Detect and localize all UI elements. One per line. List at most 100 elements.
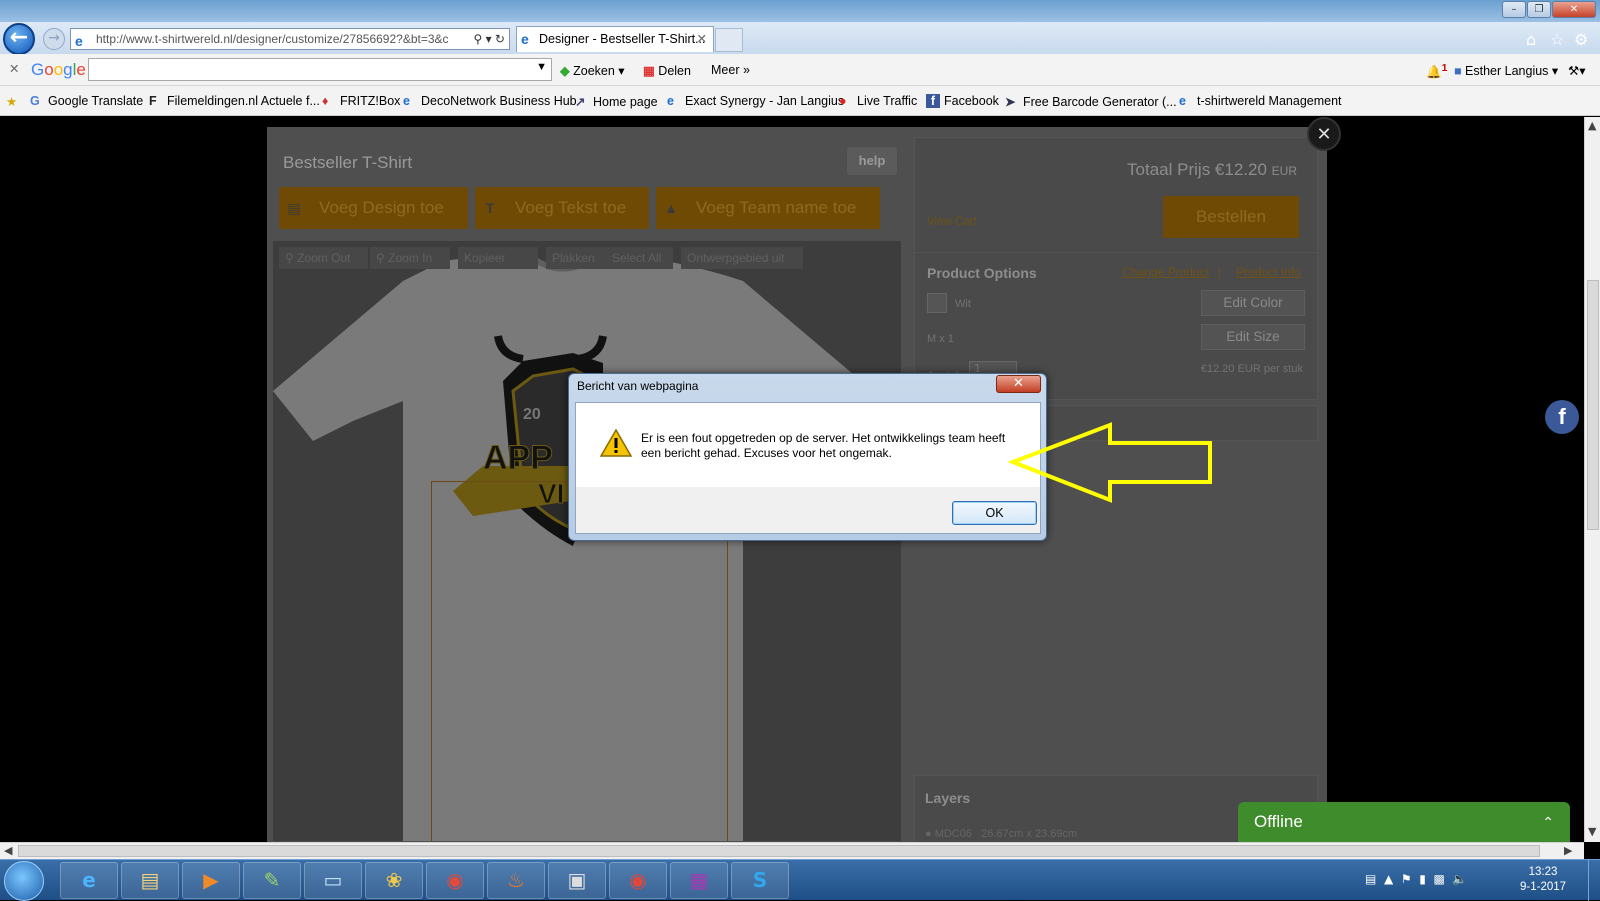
facebook-share-icon[interactable]: f: [1545, 400, 1579, 434]
designer-title: Bestseller T-Shirt: [283, 153, 413, 172]
start-button[interactable]: [4, 861, 44, 901]
ie-icon[interactable]: e: [60, 862, 118, 899]
traffic-icon: ●: [839, 94, 847, 108]
vertical-scrollbar[interactable]: ▲ ▼: [1584, 117, 1600, 842]
google-search-input[interactable]: ▼: [88, 58, 552, 81]
product-info-link[interactable]: Product Info: [1236, 265, 1301, 279]
add-team-name-button[interactable]: ▲ Voeg Team name toe: [656, 187, 880, 229]
media-player-icon[interactable]: ▶: [182, 862, 240, 899]
link-separator: |: [1217, 265, 1221, 279]
add-design-button[interactable]: ▤ Voeg Design toe: [279, 187, 468, 229]
help-button[interactable]: help: [847, 147, 897, 175]
gear-icon[interactable]: ⚙: [1574, 30, 1588, 49]
paste-button[interactable]: Plakken: [546, 247, 612, 269]
favorite-deconetwork[interactable]: e DecoNetwork Business Hub: [403, 94, 577, 108]
skype-icon[interactable]: S: [731, 862, 789, 899]
app-icon[interactable]: ▣: [548, 862, 606, 899]
change-product-link[interactable]: Change Product: [1122, 265, 1209, 279]
dialog-close-button[interactable]: ✕: [996, 375, 1041, 393]
close-designer-button[interactable]: ✕: [1307, 117, 1341, 151]
favorite-live-traffic[interactable]: ● Live Traffic: [839, 94, 917, 108]
favorite-facebook[interactable]: f Facebook: [926, 94, 999, 108]
chat-widget[interactable]: Offline ⌃: [1238, 802, 1570, 842]
navigation-bar: ← → e http://www.t-shirtwereld.nl/design…: [0, 22, 1600, 55]
edit-size-button[interactable]: Edit Size: [1201, 324, 1305, 350]
flame-icon[interactable]: ♨: [487, 862, 545, 899]
tab-designer[interactable]: e Designer - Bestseller T-Shirt... ✕: [516, 26, 714, 52]
zoeken-button[interactable]: ◆ Zoeken ▾: [560, 63, 625, 78]
favorites-star-icon[interactable]: ☆: [1550, 30, 1564, 49]
user-menu[interactable]: ■ Esther Langius ▾: [1454, 63, 1558, 78]
notifications-icon[interactable]: 🔔1: [1426, 63, 1447, 80]
favorite-label: Google Translate: [48, 94, 144, 108]
paint-icon[interactable]: ❀: [365, 862, 423, 899]
explorer-icon[interactable]: ▤: [121, 862, 179, 899]
minimize-button[interactable]: –: [1502, 1, 1526, 18]
address-tools[interactable]: ⚲ ▾ ↻: [473, 29, 505, 49]
close-toolbar-icon[interactable]: ✕: [9, 61, 19, 76]
add-text-button[interactable]: T Voeg Tekst toe: [475, 187, 649, 229]
ie-page-icon: e: [75, 33, 83, 49]
scroll-down-icon[interactable]: ▼: [1588, 825, 1596, 838]
vertical-scroll-thumb[interactable]: [1587, 280, 1599, 530]
layer-size: 26.67cm x 23.69cm: [981, 828, 1078, 840]
clock[interactable]: 13:23 9-1-2017: [1520, 865, 1566, 895]
horizontal-scroll-thumb[interactable]: [18, 845, 1540, 857]
home-icon[interactable]: ⌂: [1526, 30, 1536, 49]
barcode-icon: ➤: [1005, 95, 1016, 109]
notepad-icon[interactable]: ✎: [243, 862, 301, 899]
favorites-star-add-icon[interactable]: ★: [6, 94, 17, 109]
view-cart-link[interactable]: View Cart: [927, 216, 977, 228]
clock-time: 13:23: [1528, 866, 1558, 878]
select-all-button[interactable]: Select All: [606, 247, 673, 269]
clock-date: 9-1-2017: [1520, 881, 1567, 893]
camera-icon[interactable]: ◉: [426, 862, 484, 899]
show-desktop-button[interactable]: [1588, 860, 1600, 901]
new-tab-button[interactable]: [715, 28, 743, 52]
favorite-barcode[interactable]: ➤ Free Barcode Generator (...: [1005, 94, 1177, 109]
design-stage[interactable]: 20 APP VI ⚲ Zoom Out ⚲ Zoom In Kopieer P…: [273, 241, 901, 842]
favorite-google-translate[interactable]: G Google Translate: [30, 94, 143, 108]
chevron-down-icon[interactable]: ▼: [536, 61, 547, 73]
favorite-fritzbox[interactable]: ♦ FRITZ!Box: [322, 94, 400, 108]
layer-row[interactable]: ● MDC06 26.67cm x 23.69cm: [925, 828, 1077, 840]
horizontal-scrollbar[interactable]: ◀ ▶: [0, 842, 1584, 859]
dialog-footer: OK: [576, 487, 1040, 533]
system-tray[interactable]: ▤ ▲ ⚑ ▮ ▩ 🔈: [1365, 872, 1467, 886]
favorite-label: FRITZ!Box: [340, 94, 401, 108]
back-button[interactable]: ←: [3, 23, 35, 55]
color-label: Wit: [955, 298, 971, 310]
favorite-label: Facebook: [944, 94, 999, 108]
zoom-out-label: Zoom Out: [297, 251, 351, 265]
tablet-icon[interactable]: ▭: [304, 862, 362, 899]
copy-button[interactable]: Kopieer: [458, 247, 538, 269]
forward-button[interactable]: →: [43, 28, 65, 50]
close-tab-icon[interactable]: ✕: [697, 27, 707, 52]
edit-color-button[interactable]: Edit Color: [1201, 290, 1305, 316]
maximize-button[interactable]: ❐: [1527, 1, 1551, 18]
favorite-exact-synergy[interactable]: e Exact Synergy - Jan Langius: [667, 94, 844, 108]
favorite-home-page[interactable]: ↗ Home page: [575, 94, 658, 109]
meer-button[interactable]: Meer »: [711, 63, 750, 77]
close-window-button[interactable]: ✕: [1552, 1, 1596, 18]
design-area-off-button[interactable]: Ontwerpgebied uit: [681, 247, 803, 269]
add-design-label: Voeg Design toe: [319, 198, 444, 217]
delen-button[interactable]: ▦ Delen: [643, 63, 691, 78]
favorite-filemeldingen[interactable]: F Filemeldingen.nl Actuele f...: [149, 94, 320, 108]
user-avatar-icon: ■: [1454, 64, 1462, 78]
add-text-label: Voeg Tekst toe: [515, 198, 627, 217]
zoom-out-button[interactable]: ⚲ Zoom Out: [279, 247, 368, 269]
ok-button[interactable]: OK: [952, 501, 1037, 525]
scroll-right-icon[interactable]: ▶: [1564, 844, 1572, 857]
order-button[interactable]: Bestellen: [1163, 196, 1299, 238]
favorites-bar: ★ G Google Translate F Filemeldingen.nl Ac…: [0, 86, 1600, 116]
scroll-left-icon[interactable]: ◀: [4, 844, 12, 857]
favorite-t-shirtwereld[interactable]: e t-shirtwereld Management: [1179, 94, 1342, 108]
zoom-in-button[interactable]: ⚲ Zoom In: [370, 247, 450, 269]
address-bar[interactable]: e http://www.t-shirtwereld.nl/designer/c…: [70, 28, 510, 50]
size-label: M x 1: [927, 333, 954, 345]
wrench-icon[interactable]: ⚒▾: [1568, 63, 1585, 78]
scroll-up-icon[interactable]: ▲: [1588, 119, 1596, 132]
winrar-icon[interactable]: ▦: [670, 862, 728, 899]
chrome-icon[interactable]: ◉: [609, 862, 667, 899]
